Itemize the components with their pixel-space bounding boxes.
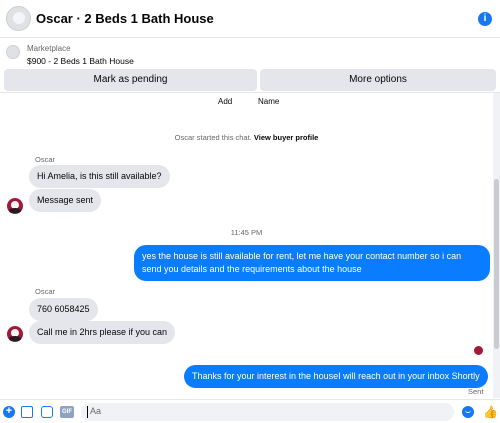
message-bubble-outgoing[interactable]: yes the house is still available for ren… <box>134 245 490 281</box>
sender-name: Oscar <box>35 155 56 164</box>
message-input-placeholder: Aa <box>90 406 102 416</box>
sent-status: Sent <box>468 387 484 396</box>
message-composer: + GIF Aa 👍 <box>0 399 500 423</box>
text-caret <box>87 406 88 418</box>
message-bubble-outgoing[interactable]: Thanks for your interest in the houseI w… <box>184 365 488 388</box>
avatar <box>7 198 23 214</box>
scrollbar-thumb[interactable] <box>494 179 499 349</box>
sticker-icon[interactable] <box>41 406 53 418</box>
avatar <box>7 326 23 342</box>
photo-icon[interactable] <box>21 406 33 418</box>
column-name: Name <box>258 97 280 106</box>
message-timestamp: 11:45 PM <box>230 228 263 237</box>
read-receipt-avatar <box>474 346 483 355</box>
avatar[interactable] <box>6 6 31 31</box>
message-bubble-incoming[interactable]: Message sent <box>29 189 102 212</box>
scrollbar[interactable] <box>493 93 500 398</box>
info-icon[interactable]: i <box>478 12 492 26</box>
chat-started-notice: Oscar started this chat. View buyer prof… <box>0 133 493 142</box>
chat-header: Oscar · 2 Beds 1 Bath House i <box>0 0 500 38</box>
message-bubble-incoming[interactable]: 760 6058425 <box>29 298 98 321</box>
mark-as-pending-button[interactable]: Mark as pending <box>4 69 257 91</box>
listing-source: Marketplace <box>27 44 71 53</box>
listing-name: $900 - 2 Beds 1 Bath House <box>27 56 134 66</box>
message-bubble-incoming[interactable]: Call me in 2hrs please if you can <box>29 321 176 344</box>
plus-icon[interactable]: + <box>3 406 15 418</box>
listing-banner[interactable]: Marketplace $900 - 2 Beds 1 Bath House <box>0 39 500 67</box>
chat-started-text: Oscar started this chat. <box>174 133 252 142</box>
column-add: Add <box>218 97 233 106</box>
view-buyer-profile-link[interactable]: View buyer profile <box>254 133 318 142</box>
sender-name: Oscar <box>35 287 56 296</box>
message-input[interactable]: Aa <box>81 403 454 421</box>
listing-thumbnail <box>6 45 20 59</box>
listing-actions: Mark as pending More options <box>0 69 500 91</box>
chat-title[interactable]: Oscar · 2 Beds 1 Bath House <box>36 11 214 26</box>
message-thread: Add Name Oscar started this chat. View b… <box>0 93 493 398</box>
gif-icon[interactable]: GIF <box>60 406 74 418</box>
more-options-button[interactable]: More options <box>260 69 496 91</box>
emoji-icon[interactable] <box>462 406 474 418</box>
thumbs-up-icon[interactable]: 👍 <box>483 406 498 418</box>
message-bubble-incoming[interactable]: Hi Amelia, is this still available? <box>29 165 170 188</box>
